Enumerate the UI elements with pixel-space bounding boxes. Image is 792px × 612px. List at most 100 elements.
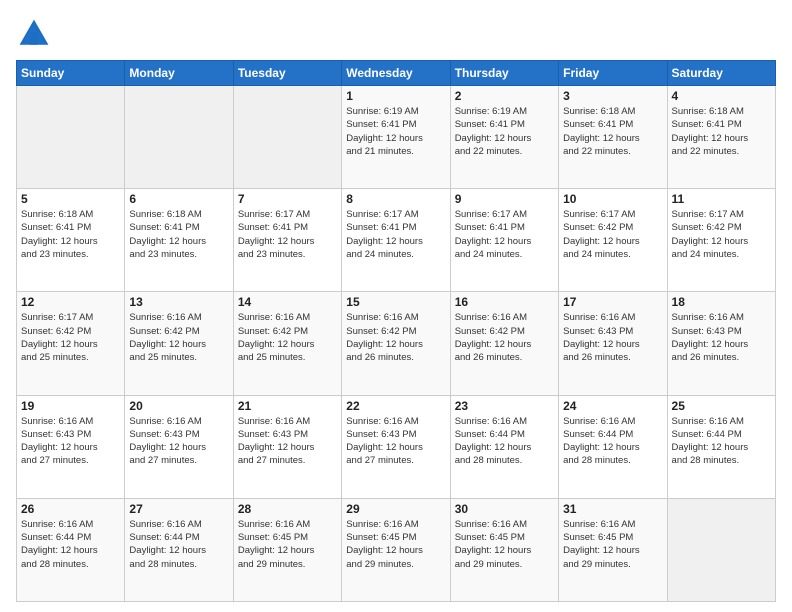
day-number: 15 bbox=[346, 295, 445, 309]
day-cell: 19Sunrise: 6:16 AMSunset: 6:43 PMDayligh… bbox=[17, 395, 125, 498]
day-info: Sunrise: 6:19 AMSunset: 6:41 PMDaylight:… bbox=[346, 105, 445, 158]
weekday-header-thursday: Thursday bbox=[450, 61, 558, 86]
day-number: 29 bbox=[346, 502, 445, 516]
day-number: 21 bbox=[238, 399, 337, 413]
day-info: Sunrise: 6:17 AMSunset: 6:42 PMDaylight:… bbox=[563, 208, 662, 261]
weekday-header-monday: Monday bbox=[125, 61, 233, 86]
weekday-header-friday: Friday bbox=[559, 61, 667, 86]
day-info: Sunrise: 6:16 AMSunset: 6:43 PMDaylight:… bbox=[346, 415, 445, 468]
week-row-1: 1 Sunrise: 6:19 AMSunset: 6:41 PMDaylight… bbox=[17, 86, 776, 189]
day-info: Sunrise: 6:18 AMSunset: 6:41 PMDaylight:… bbox=[129, 208, 228, 261]
day-number: 5 bbox=[21, 192, 120, 206]
day-cell bbox=[233, 86, 341, 189]
day-cell: 25 Sunrise: 6:16 AMSunset: 6:44 PMDayligh… bbox=[667, 395, 775, 498]
header bbox=[16, 16, 776, 52]
day-info: Sunrise: 6:17 AMSunset: 6:41 PMDaylight:… bbox=[238, 208, 337, 261]
day-number: 20 bbox=[129, 399, 228, 413]
day-number: 17 bbox=[563, 295, 662, 309]
day-cell: 28Sunrise: 6:16 AMSunset: 6:45 PMDayligh… bbox=[233, 498, 341, 601]
day-cell: 6 Sunrise: 6:18 AMSunset: 6:41 PMDaylight… bbox=[125, 189, 233, 292]
day-info: Sunrise: 6:19 AMSunset: 6:41 PMDaylight:… bbox=[455, 105, 554, 158]
day-info: Sunrise: 6:17 AMSunset: 6:41 PMDaylight:… bbox=[455, 208, 554, 261]
day-cell: 15 Sunrise: 6:16 AMSunset: 6:42 PMDayligh… bbox=[342, 292, 450, 395]
day-cell: 11 Sunrise: 6:17 AMSunset: 6:42 PMDayligh… bbox=[667, 189, 775, 292]
weekday-header-row: SundayMondayTuesdayWednesdayThursdayFrid… bbox=[17, 61, 776, 86]
day-info: Sunrise: 6:16 AMSunset: 6:44 PMDaylight:… bbox=[129, 518, 228, 571]
day-cell: 17 Sunrise: 6:16 AMSunset: 6:43 PMDayligh… bbox=[559, 292, 667, 395]
day-info: Sunrise: 6:16 AMSunset: 6:43 PMDaylight:… bbox=[563, 311, 662, 364]
day-number: 18 bbox=[672, 295, 771, 309]
day-number: 6 bbox=[129, 192, 228, 206]
day-cell: 26 Sunrise: 6:16 AMSunset: 6:44 PMDayligh… bbox=[17, 498, 125, 601]
day-info: Sunrise: 6:16 AMSunset: 6:43 PMDaylight:… bbox=[672, 311, 771, 364]
day-number: 2 bbox=[455, 89, 554, 103]
day-number: 23 bbox=[455, 399, 554, 413]
day-number: 31 bbox=[563, 502, 662, 516]
day-cell: 31 Sunrise: 6:16 AMSunset: 6:45 PMDayligh… bbox=[559, 498, 667, 601]
day-info: Sunrise: 6:16 AMSunset: 6:42 PMDaylight:… bbox=[129, 311, 228, 364]
day-info: Sunrise: 6:16 AMSunset: 6:44 PMDaylight:… bbox=[21, 518, 120, 571]
day-cell bbox=[667, 498, 775, 601]
day-number: 27 bbox=[129, 502, 228, 516]
day-cell: 21 Sunrise: 6:16 AMSunset: 6:43 PMDayligh… bbox=[233, 395, 341, 498]
day-number: 3 bbox=[563, 89, 662, 103]
week-row-5: 26 Sunrise: 6:16 AMSunset: 6:44 PMDayligh… bbox=[17, 498, 776, 601]
day-number: 12 bbox=[21, 295, 120, 309]
logo bbox=[16, 16, 56, 52]
day-number: 16 bbox=[455, 295, 554, 309]
day-cell: 13 Sunrise: 6:16 AMSunset: 6:42 PMDayligh… bbox=[125, 292, 233, 395]
day-info: Sunrise: 6:16 AMSunset: 6:44 PMDaylight:… bbox=[672, 415, 771, 468]
day-number: 26 bbox=[21, 502, 120, 516]
day-number: 14 bbox=[238, 295, 337, 309]
day-info: Sunrise: 6:16 AMSunset: 6:43 PMDaylight:… bbox=[21, 415, 120, 468]
week-row-3: 12 Sunrise: 6:17 AMSunset: 6:42 PMDayligh… bbox=[17, 292, 776, 395]
weekday-header-saturday: Saturday bbox=[667, 61, 775, 86]
day-info: Sunrise: 6:18 AMSunset: 6:41 PMDaylight:… bbox=[563, 105, 662, 158]
weekday-header-sunday: Sunday bbox=[17, 61, 125, 86]
calendar-table: SundayMondayTuesdayWednesdayThursdayFrid… bbox=[16, 60, 776, 602]
day-info: Sunrise: 6:17 AMSunset: 6:42 PMDaylight:… bbox=[21, 311, 120, 364]
day-cell: 22 Sunrise: 6:16 AMSunset: 6:43 PMDayligh… bbox=[342, 395, 450, 498]
day-cell: 9 Sunrise: 6:17 AMSunset: 6:41 PMDaylight… bbox=[450, 189, 558, 292]
day-info: Sunrise: 6:16 AMSunset: 6:42 PMDaylight:… bbox=[346, 311, 445, 364]
day-cell: 3 Sunrise: 6:18 AMSunset: 6:41 PMDaylight… bbox=[559, 86, 667, 189]
day-info: Sunrise: 6:16 AMSunset: 6:42 PMDaylight:… bbox=[238, 311, 337, 364]
day-info: Sunrise: 6:18 AMSunset: 6:41 PMDaylight:… bbox=[672, 105, 771, 158]
day-info: Sunrise: 6:17 AMSunset: 6:41 PMDaylight:… bbox=[346, 208, 445, 261]
day-info: Sunrise: 6:17 AMSunset: 6:42 PMDaylight:… bbox=[672, 208, 771, 261]
day-cell: 4Sunrise: 6:18 AMSunset: 6:41 PMDaylight… bbox=[667, 86, 775, 189]
day-cell: 27 Sunrise: 6:16 AMSunset: 6:44 PMDayligh… bbox=[125, 498, 233, 601]
day-info: Sunrise: 6:16 AMSunset: 6:45 PMDaylight:… bbox=[563, 518, 662, 571]
day-info: Sunrise: 6:16 AMSunset: 6:43 PMDaylight:… bbox=[238, 415, 337, 468]
day-number: 9 bbox=[455, 192, 554, 206]
day-number: 25 bbox=[672, 399, 771, 413]
day-cell: 14 Sunrise: 6:16 AMSunset: 6:42 PMDayligh… bbox=[233, 292, 341, 395]
day-cell: 18 Sunrise: 6:16 AMSunset: 6:43 PMDayligh… bbox=[667, 292, 775, 395]
day-cell: 29Sunrise: 6:16 AMSunset: 6:45 PMDayligh… bbox=[342, 498, 450, 601]
day-info: Sunrise: 6:16 AMSunset: 6:45 PMDaylight:… bbox=[455, 518, 554, 571]
weekday-header-wednesday: Wednesday bbox=[342, 61, 450, 86]
day-number: 24 bbox=[563, 399, 662, 413]
day-number: 8 bbox=[346, 192, 445, 206]
day-info: Sunrise: 6:16 AMSunset: 6:44 PMDaylight:… bbox=[563, 415, 662, 468]
day-number: 10 bbox=[563, 192, 662, 206]
day-number: 30 bbox=[455, 502, 554, 516]
day-cell: 16 Sunrise: 6:16 AMSunset: 6:42 PMDayligh… bbox=[450, 292, 558, 395]
day-number: 13 bbox=[129, 295, 228, 309]
day-info: Sunrise: 6:16 AMSunset: 6:42 PMDaylight:… bbox=[455, 311, 554, 364]
day-number: 1 bbox=[346, 89, 445, 103]
day-number: 11 bbox=[672, 192, 771, 206]
day-cell: 2 Sunrise: 6:19 AMSunset: 6:41 PMDaylight… bbox=[450, 86, 558, 189]
page: SundayMondayTuesdayWednesdayThursdayFrid… bbox=[0, 0, 792, 612]
day-info: Sunrise: 6:16 AMSunset: 6:44 PMDaylight:… bbox=[455, 415, 554, 468]
day-info: Sunrise: 6:16 AMSunset: 6:43 PMDaylight:… bbox=[129, 415, 228, 468]
day-cell: 23 Sunrise: 6:16 AMSunset: 6:44 PMDayligh… bbox=[450, 395, 558, 498]
day-number: 22 bbox=[346, 399, 445, 413]
day-info: Sunrise: 6:18 AMSunset: 6:41 PMDaylight:… bbox=[21, 208, 120, 261]
day-number: 7 bbox=[238, 192, 337, 206]
day-cell bbox=[17, 86, 125, 189]
day-number: 28 bbox=[238, 502, 337, 516]
day-cell: 10 Sunrise: 6:17 AMSunset: 6:42 PMDayligh… bbox=[559, 189, 667, 292]
week-row-4: 19Sunrise: 6:16 AMSunset: 6:43 PMDayligh… bbox=[17, 395, 776, 498]
day-cell: 20 Sunrise: 6:16 AMSunset: 6:43 PMDayligh… bbox=[125, 395, 233, 498]
